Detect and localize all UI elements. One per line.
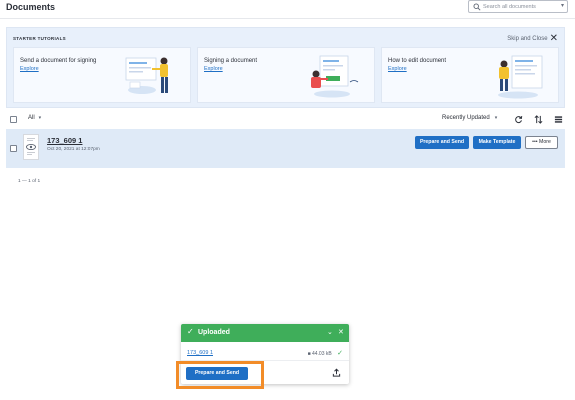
collapse-chevron-icon[interactable]: ⌄ bbox=[327, 328, 333, 336]
search-icon bbox=[473, 3, 481, 11]
explore-link[interactable]: Explore bbox=[20, 66, 39, 72]
upload-icon[interactable] bbox=[332, 368, 341, 377]
uploaded-file-meta: ■ 44.03 kB ✓ bbox=[308, 349, 343, 357]
chevron-down-icon: ▾ bbox=[38, 115, 42, 121]
row-checkbox[interactable] bbox=[10, 145, 17, 152]
tutorial-card-edit[interactable]: How to edit document Explore bbox=[381, 47, 559, 103]
explore-link[interactable]: Explore bbox=[204, 66, 223, 72]
list-view-icon[interactable] bbox=[554, 115, 563, 124]
documents-toolbar: All ▾ Recently Updated ▾ bbox=[0, 112, 575, 128]
more-button[interactable]: ••• More bbox=[525, 136, 558, 149]
prepare-and-send-button[interactable]: Prepare and Send bbox=[415, 136, 469, 149]
make-template-button[interactable]: Make Template bbox=[473, 136, 521, 149]
starter-tutorials-panel: STARTER TUTORIALS Skip and Close ✕ Send a… bbox=[6, 27, 565, 108]
sort-label: Recently Updated bbox=[442, 115, 490, 121]
chevron-down-icon: ▾ bbox=[494, 115, 498, 121]
chevron-down-icon[interactable]: ▾ bbox=[561, 2, 564, 9]
more-label: More bbox=[539, 139, 551, 145]
tutorial-card-title: Signing a document bbox=[204, 58, 258, 64]
file-size: 44.03 kB bbox=[311, 351, 332, 357]
folder-icon: ■ bbox=[307, 351, 311, 357]
send-document-illustration bbox=[125, 57, 168, 94]
filter-dropdown[interactable]: All ▾ bbox=[28, 115, 41, 121]
table-row[interactable]: 173_609 1 Oct 20, 2021 at 12:07pm Prepar… bbox=[6, 129, 565, 168]
tutorial-card-title: How to edit document bbox=[388, 58, 447, 64]
document-thumbnail[interactable] bbox=[23, 134, 39, 160]
page-title: Documents bbox=[6, 2, 56, 12]
upload-panel-header: ✓ Uploaded ⌄ ✕ bbox=[181, 324, 349, 342]
search-input[interactable] bbox=[483, 1, 559, 12]
upload-success-icon: ✓ bbox=[337, 350, 343, 357]
tutorials-heading: STARTER TUTORIALS bbox=[13, 36, 66, 41]
tutorial-card-signing[interactable]: Signing a document Explore bbox=[197, 47, 375, 103]
search-box[interactable]: ▾ bbox=[468, 0, 568, 13]
sort-order-icon[interactable] bbox=[534, 115, 543, 124]
refresh-icon[interactable] bbox=[514, 115, 523, 124]
pagination-info: 1 — 1 of 1 bbox=[18, 179, 41, 184]
preview-eye-icon bbox=[26, 138, 36, 155]
skip-and-close-label: Skip and Close bbox=[507, 36, 548, 42]
tutorial-card-send[interactable]: Send a document for signing Explore bbox=[13, 47, 191, 103]
signing-document-illustration bbox=[311, 55, 359, 98]
close-icon: ✕ bbox=[549, 33, 558, 44]
page-header: Documents ▾ bbox=[0, 0, 575, 19]
upload-status-title: Uploaded bbox=[198, 329, 230, 336]
edit-document-illustration bbox=[498, 55, 543, 99]
skip-and-close-button[interactable]: Skip and Close ✕ bbox=[507, 33, 558, 44]
filter-label: All bbox=[28, 115, 35, 121]
select-all-checkbox[interactable] bbox=[10, 116, 17, 123]
tutorial-card-title: Send a document for signing bbox=[20, 58, 97, 64]
sort-dropdown[interactable]: Recently Updated ▾ bbox=[442, 115, 497, 121]
upload-prepare-and-send-button[interactable]: Prepare and Send bbox=[186, 367, 248, 380]
more-dots-icon: ••• bbox=[532, 139, 538, 145]
document-name-link[interactable]: 173_609 1 bbox=[47, 136, 82, 145]
checkmark-icon: ✓ bbox=[187, 327, 194, 336]
document-date: Oct 20, 2021 at 12:07pm bbox=[47, 147, 100, 152]
close-icon[interactable]: ✕ bbox=[338, 328, 344, 336]
explore-link[interactable]: Explore bbox=[388, 66, 407, 72]
uploaded-file-link[interactable]: 173_609 1 bbox=[187, 350, 213, 356]
